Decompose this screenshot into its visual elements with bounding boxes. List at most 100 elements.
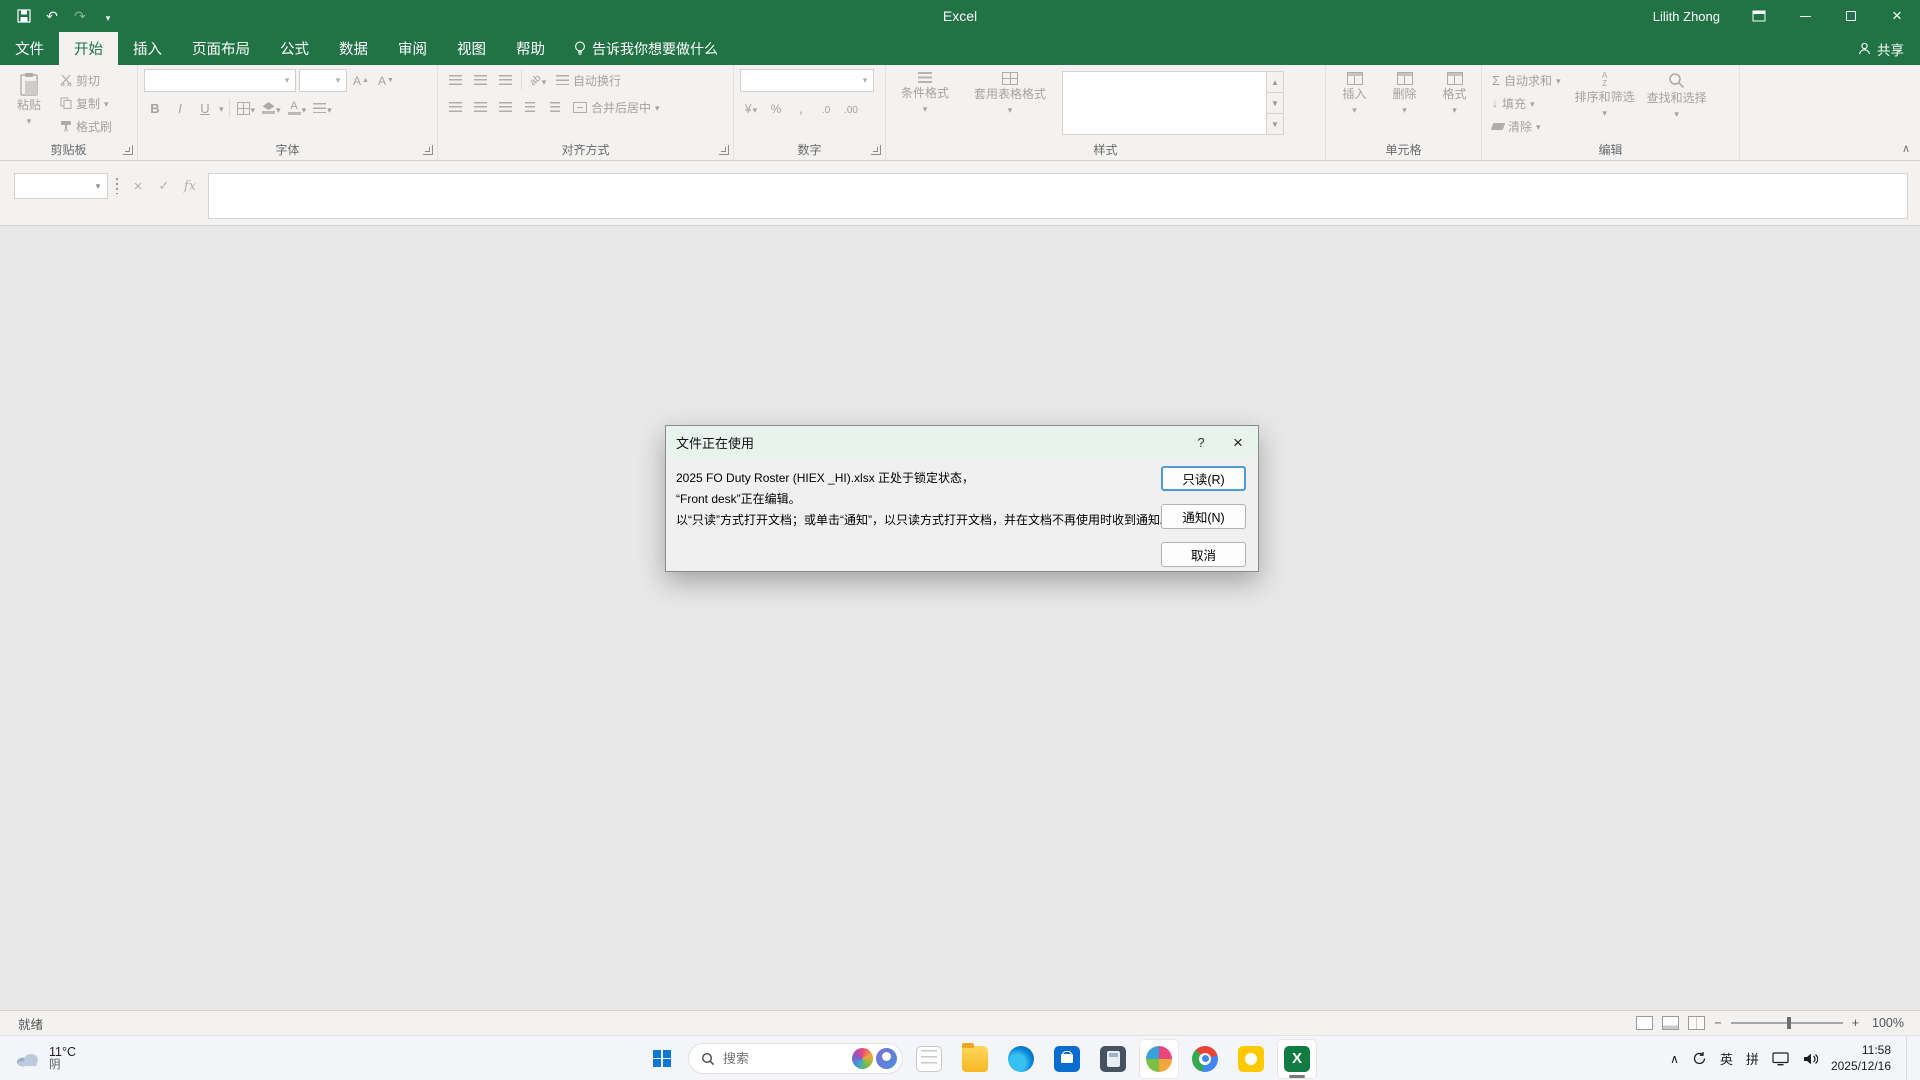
page-layout-view-button[interactable] — [1662, 1016, 1679, 1030]
gallery-scroll-down-button[interactable]: ▼ — [1267, 93, 1283, 114]
align-left-button[interactable] — [444, 96, 466, 118]
page-break-view-button[interactable] — [1688, 1016, 1705, 1030]
gallery-scroll-up-button[interactable]: ▲ — [1267, 72, 1283, 93]
hidden-icons-chevron[interactable] — [1670, 1052, 1679, 1066]
minimize-button[interactable] — [1782, 0, 1828, 32]
maximize-button[interactable] — [1828, 0, 1874, 32]
input-method-pinyin[interactable]: 拼 — [1746, 1049, 1759, 1068]
zoom-slider[interactable] — [1731, 1022, 1843, 1024]
clear-button[interactable]: 清除 — [1488, 115, 1565, 137]
taskbar-icon-chrome[interactable] — [1185, 1039, 1225, 1079]
cancel-entry-button[interactable] — [126, 173, 150, 199]
zoom-level[interactable]: 100% — [1868, 1016, 1904, 1030]
enter-entry-button[interactable] — [152, 173, 176, 199]
number-format-combo[interactable]: ▾ — [740, 69, 874, 92]
font-dialog-launcher-icon[interactable] — [423, 145, 433, 155]
number-dialog-launcher-icon[interactable] — [871, 145, 881, 155]
align-right-button[interactable] — [494, 96, 516, 118]
insert-cells-button[interactable]: 插入 — [1333, 69, 1377, 139]
cut-button[interactable]: 剪切 — [56, 69, 116, 91]
alignment-dialog-launcher-icon[interactable] — [719, 145, 729, 155]
conditional-formatting-button[interactable]: 条件格式 — [892, 69, 958, 139]
tab-file[interactable]: 文件 — [0, 32, 59, 65]
redo-button[interactable] — [68, 4, 92, 28]
collapse-ribbon-button[interactable] — [1902, 142, 1910, 155]
weather-widget[interactable]: 11°C 阴 — [0, 1036, 90, 1080]
font-color-button[interactable]: A — [286, 97, 309, 119]
show-desktop-button[interactable] — [1906, 1036, 1910, 1080]
bold-button[interactable]: B — [144, 97, 166, 119]
fill-button[interactable]: 填充 — [1488, 92, 1565, 114]
paste-button[interactable]: 粘贴 — [6, 69, 52, 139]
format-as-table-button[interactable]: 套用表格格式 — [966, 69, 1054, 139]
font-name-combo[interactable]: ▾ — [144, 69, 296, 92]
name-box[interactable]: ▾ — [14, 173, 108, 199]
borders-button[interactable] — [235, 97, 258, 119]
start-button[interactable] — [642, 1039, 682, 1079]
insert-function-button[interactable]: fx — [178, 173, 202, 199]
save-button[interactable] — [12, 4, 36, 28]
tab-formulas[interactable]: 公式 — [265, 32, 324, 65]
format-painter-button[interactable]: 格式刷 — [56, 115, 116, 137]
tab-data[interactable]: 数据 — [324, 32, 383, 65]
zoom-in-button[interactable] — [1852, 1016, 1859, 1030]
undo-button[interactable] — [40, 4, 64, 28]
ribbon-display-options-button[interactable] — [1736, 0, 1782, 32]
formula-bar-handle[interactable] — [116, 178, 118, 194]
formula-bar-input[interactable] — [208, 173, 1908, 219]
dialog-close-button[interactable] — [1218, 426, 1258, 458]
tab-home[interactable]: 开始 — [59, 32, 118, 65]
taskbar-icon-edge[interactable] — [1001, 1039, 1041, 1079]
underline-button[interactable]: U — [194, 97, 216, 119]
wrap-text-button[interactable]: 自动换行 — [552, 69, 625, 91]
search-highlight-icon[interactable] — [852, 1048, 873, 1069]
input-language-en[interactable]: 英 — [1720, 1049, 1733, 1068]
search-input[interactable] — [723, 1051, 823, 1066]
taskbar-icon-notepad[interactable] — [909, 1039, 949, 1079]
read-only-button[interactable]: 只读(R) — [1161, 466, 1246, 491]
align-center-button[interactable] — [469, 96, 491, 118]
taskbar-icon-excel[interactable] — [1277, 1039, 1317, 1079]
name-box-input[interactable] — [15, 179, 89, 193]
increase-font-size-button[interactable]: A▲ — [350, 70, 372, 92]
tab-review[interactable]: 审阅 — [383, 32, 442, 65]
taskbar-icon-file-explorer[interactable] — [955, 1039, 995, 1079]
increase-decimal-button[interactable] — [815, 97, 837, 119]
decrease-decimal-button[interactable] — [840, 97, 862, 119]
taskbar-icon-calculator[interactable] — [1093, 1039, 1133, 1079]
tell-me-box[interactable]: 告诉我你想要做什么 — [560, 32, 732, 65]
display-icon[interactable] — [1772, 1052, 1789, 1066]
accounting-format-button[interactable] — [740, 97, 762, 119]
align-bottom-button[interactable] — [494, 69, 516, 91]
decrease-indent-button[interactable] — [519, 96, 541, 118]
normal-view-button[interactable] — [1636, 1016, 1653, 1030]
search-avatar-icon[interactable] — [876, 1048, 897, 1069]
sort-filter-button[interactable]: AZ 排序和筛选 — [1573, 69, 1637, 139]
taskbar-icon-photos[interactable] — [1139, 1039, 1179, 1079]
decrease-font-size-button[interactable]: A▼ — [375, 70, 397, 92]
find-select-button[interactable]: 查找和选择 — [1645, 69, 1709, 139]
customize-qat-button[interactable] — [96, 4, 120, 28]
clipboard-dialog-launcher-icon[interactable] — [123, 145, 133, 155]
merge-center-button[interactable]: 合并后居中 — [569, 96, 664, 118]
orientation-button[interactable]: ab — [527, 69, 549, 91]
gallery-more-button[interactable]: ▼ — [1267, 114, 1283, 134]
align-top-button[interactable] — [444, 69, 466, 91]
font-size-combo[interactable]: ▾ — [299, 69, 347, 92]
close-button[interactable] — [1874, 0, 1920, 32]
tab-view[interactable]: 视图 — [442, 32, 501, 65]
align-middle-button[interactable] — [469, 69, 491, 91]
percent-style-button[interactable] — [765, 97, 787, 119]
autosum-button[interactable]: 自动求和 — [1488, 69, 1565, 91]
cell-styles-gallery[interactable] — [1062, 71, 1267, 135]
dialog-help-button[interactable]: ? — [1184, 426, 1218, 458]
taskbar-icon-store[interactable] — [1047, 1039, 1087, 1079]
format-cells-button[interactable]: 格式 — [1433, 69, 1477, 139]
volume-icon[interactable] — [1802, 1052, 1818, 1066]
zoom-slider-handle[interactable] — [1787, 1017, 1791, 1029]
sync-icon[interactable] — [1692, 1051, 1707, 1066]
taskbar-icon-yellow-app[interactable] — [1231, 1039, 1271, 1079]
phonetic-guide-button[interactable] — [311, 97, 334, 119]
cancel-button[interactable]: 取消 — [1161, 542, 1246, 567]
zoom-out-button[interactable] — [1714, 1016, 1721, 1030]
